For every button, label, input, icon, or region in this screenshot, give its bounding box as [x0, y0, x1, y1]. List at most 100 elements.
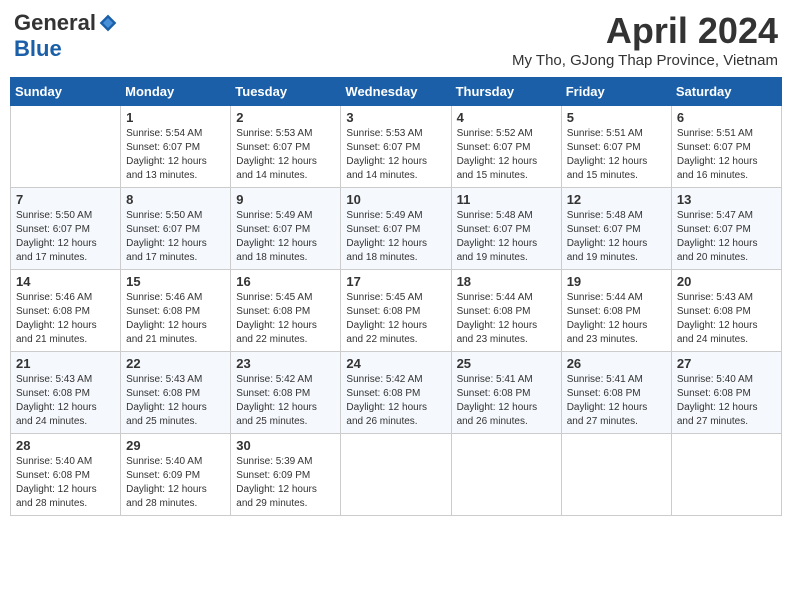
table-row: 2 Sunrise: 5:53 AM Sunset: 6:07 PM Daylig… [231, 106, 341, 188]
table-row [11, 106, 121, 188]
day-number: 18 [457, 274, 556, 289]
day-info: Sunrise: 5:52 AM Sunset: 6:07 PM Dayligh… [457, 127, 556, 183]
header-tuesday: Tuesday [231, 78, 341, 106]
day-number: 5 [567, 110, 666, 125]
day-number: 4 [457, 110, 556, 125]
table-row: 13Sunrise: 5:47 AM Sunset: 6:07 PM Dayli… [671, 188, 781, 270]
logo-icon [98, 13, 118, 33]
day-number: 15 [126, 274, 225, 289]
day-info: Sunrise: 5:49 AM Sunset: 6:07 PM Dayligh… [346, 209, 445, 265]
table-row: 18 Sunrise: 5:44 AM Sunset: 6:08 PM Dayli… [451, 270, 561, 352]
day-number: 9 [236, 192, 335, 207]
header-friday: Friday [561, 78, 671, 106]
day-info: Sunrise: 5:51 AM Sunset: 6:07 PM Dayligh… [677, 127, 776, 183]
header-monday: Monday [121, 78, 231, 106]
day-info: Sunrise: 5:44 AM Sunset: 6:08 PM Dayligh… [567, 291, 666, 347]
day-info: Sunrise: 5:54 AM Sunset: 6:07 PM Dayligh… [126, 127, 225, 183]
day-number: 23 [236, 356, 335, 371]
day-number: 16 [236, 274, 335, 289]
day-info: Sunrise: 5:42 AM Sunset: 6:08 PM Dayligh… [346, 373, 445, 429]
table-row: 1 Sunrise: 5:54 AM Sunset: 6:07 PM Daylig… [121, 106, 231, 188]
header-saturday: Saturday [671, 78, 781, 106]
table-row: 11Sunrise: 5:48 AM Sunset: 6:07 PM Dayli… [451, 188, 561, 270]
table-row: 15 Sunrise: 5:46 AM Sunset: 6:08 PM Dayli… [121, 270, 231, 352]
day-info: Sunrise: 5:46 AM Sunset: 6:08 PM Dayligh… [126, 291, 225, 347]
week-row-1: 1 Sunrise: 5:54 AM Sunset: 6:07 PM Daylig… [11, 106, 782, 188]
day-number: 27 [677, 356, 776, 371]
table-row: 26Sunrise: 5:41 AM Sunset: 6:08 PM Dayli… [561, 352, 671, 434]
calendar-header-row: Sunday Monday Tuesday Wednesday Thursday… [11, 78, 782, 106]
week-row-3: 14 Sunrise: 5:46 AM Sunset: 6:08 PM Dayli… [11, 270, 782, 352]
table-row: 12Sunrise: 5:48 AM Sunset: 6:07 PM Dayli… [561, 188, 671, 270]
table-row: 21Sunrise: 5:43 AM Sunset: 6:08 PM Dayli… [11, 352, 121, 434]
table-row: 7 Sunrise: 5:50 AM Sunset: 6:07 PM Daylig… [11, 188, 121, 270]
day-number: 11 [457, 192, 556, 207]
table-row: 19Sunrise: 5:44 AM Sunset: 6:08 PM Dayli… [561, 270, 671, 352]
day-info: Sunrise: 5:41 AM Sunset: 6:08 PM Dayligh… [457, 373, 556, 429]
logo-blue-text: Blue [14, 36, 62, 61]
day-info: Sunrise: 5:46 AM Sunset: 6:08 PM Dayligh… [16, 291, 115, 347]
day-info: Sunrise: 5:45 AM Sunset: 6:08 PM Dayligh… [346, 291, 445, 347]
day-info: Sunrise: 5:42 AM Sunset: 6:08 PM Dayligh… [236, 373, 335, 429]
table-row: 22 Sunrise: 5:43 AM Sunset: 6:08 PM Dayli… [121, 352, 231, 434]
header-thursday: Thursday [451, 78, 561, 106]
table-row [341, 434, 451, 516]
table-row: 14 Sunrise: 5:46 AM Sunset: 6:08 PM Dayli… [11, 270, 121, 352]
table-row: 17Sunrise: 5:45 AM Sunset: 6:08 PM Dayli… [341, 270, 451, 352]
title-area: April 2024 My Tho, GJong Thap Province, … [512, 10, 778, 69]
day-number: 12 [567, 192, 666, 207]
table-row: 25 Sunrise: 5:41 AM Sunset: 6:08 PM Dayli… [451, 352, 561, 434]
table-row: 5 Sunrise: 5:51 AM Sunset: 6:07 PM Daylig… [561, 106, 671, 188]
table-row: 9 Sunrise: 5:49 AM Sunset: 6:07 PM Daylig… [231, 188, 341, 270]
day-number: 1 [126, 110, 225, 125]
day-info: Sunrise: 5:45 AM Sunset: 6:08 PM Dayligh… [236, 291, 335, 347]
logo: General Blue [14, 10, 118, 62]
table-row: 4 Sunrise: 5:52 AM Sunset: 6:07 PM Daylig… [451, 106, 561, 188]
day-info: Sunrise: 5:50 AM Sunset: 6:07 PM Dayligh… [16, 209, 115, 265]
week-row-5: 28Sunrise: 5:40 AM Sunset: 6:08 PM Dayli… [11, 434, 782, 516]
week-row-4: 21 Sunrise: 5:43 AM Sunset: 6:08 PM Dayli… [11, 352, 782, 434]
day-info: Sunrise: 5:49 AM Sunset: 6:07 PM Dayligh… [236, 209, 335, 265]
table-row: 6 Sunrise: 5:51 AM Sunset: 6:07 PM Daylig… [671, 106, 781, 188]
day-number: 7 [16, 192, 115, 207]
day-info: Sunrise: 5:47 AM Sunset: 6:07 PM Dayligh… [677, 209, 776, 265]
day-number: 8 [126, 192, 225, 207]
day-number: 10 [346, 192, 445, 207]
day-info: Sunrise: 5:40 AM Sunset: 6:08 PM Dayligh… [16, 455, 115, 511]
day-number: 29 [126, 438, 225, 453]
location-title: My Tho, GJong Thap Province, Vietnam [512, 52, 778, 69]
header-wednesday: Wednesday [341, 78, 451, 106]
day-number: 22 [126, 356, 225, 371]
day-number: 20 [677, 274, 776, 289]
table-row: 3 Sunrise: 5:53 AM Sunset: 6:07 PM Daylig… [341, 106, 451, 188]
day-info: Sunrise: 5:40 AM Sunset: 6:08 PM Dayligh… [677, 373, 776, 429]
month-title: April 2024 [512, 10, 778, 52]
table-row: 24 Sunrise: 5:42 AM Sunset: 6:08 PM Dayli… [341, 352, 451, 434]
table-row: 10 Sunrise: 5:49 AM Sunset: 6:07 PM Dayli… [341, 188, 451, 270]
day-number: 24 [346, 356, 445, 371]
table-row [671, 434, 781, 516]
day-number: 25 [457, 356, 556, 371]
table-row: 30Sunrise: 5:39 AM Sunset: 6:09 PM Dayli… [231, 434, 341, 516]
day-number: 6 [677, 110, 776, 125]
day-info: Sunrise: 5:51 AM Sunset: 6:07 PM Dayligh… [567, 127, 666, 183]
day-info: Sunrise: 5:53 AM Sunset: 6:07 PM Dayligh… [236, 127, 335, 183]
day-number: 3 [346, 110, 445, 125]
day-number: 21 [16, 356, 115, 371]
table-row: 27 Sunrise: 5:40 AM Sunset: 6:08 PM Dayli… [671, 352, 781, 434]
day-number: 14 [16, 274, 115, 289]
day-info: Sunrise: 5:40 AM Sunset: 6:09 PM Dayligh… [126, 455, 225, 511]
table-row: 20Sunrise: 5:43 AM Sunset: 6:08 PM Dayli… [671, 270, 781, 352]
day-info: Sunrise: 5:39 AM Sunset: 6:09 PM Dayligh… [236, 455, 335, 511]
day-info: Sunrise: 5:50 AM Sunset: 6:07 PM Dayligh… [126, 209, 225, 265]
day-number: 2 [236, 110, 335, 125]
day-info: Sunrise: 5:43 AM Sunset: 6:08 PM Dayligh… [126, 373, 225, 429]
table-row [451, 434, 561, 516]
day-info: Sunrise: 5:44 AM Sunset: 6:08 PM Dayligh… [457, 291, 556, 347]
table-row: 23 Sunrise: 5:42 AM Sunset: 6:08 PM Dayli… [231, 352, 341, 434]
calendar-table: Sunday Monday Tuesday Wednesday Thursday… [10, 77, 782, 516]
day-info: Sunrise: 5:53 AM Sunset: 6:07 PM Dayligh… [346, 127, 445, 183]
logo-general-text: General [14, 10, 96, 36]
day-number: 26 [567, 356, 666, 371]
page-header: General Blue April 2024 My Tho, GJong Th… [10, 10, 782, 69]
